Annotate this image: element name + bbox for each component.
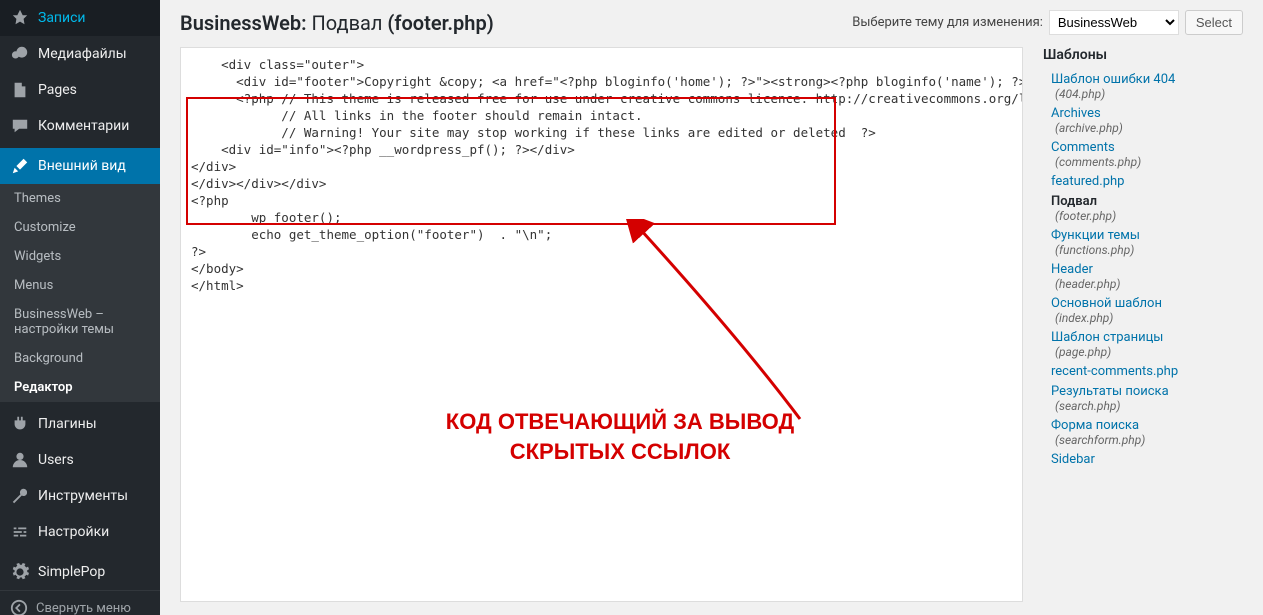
template-item[interactable]: Результаты поиска(search.php) <box>1043 381 1243 415</box>
wrench-icon <box>10 486 30 506</box>
media-icon <box>10 44 30 64</box>
editor-wrap: <div class="outer"> <div id="footer">Cop… <box>180 47 1023 606</box>
sidebar-item-plugins[interactable]: Плагины <box>0 406 160 442</box>
sidebar-item-label: Инструменты <box>38 488 128 504</box>
pin-icon <box>10 8 30 28</box>
sidebar-item-appearance[interactable]: Внешний вид <box>0 148 160 184</box>
sidebar-item-posts[interactable]: Записи <box>0 0 160 36</box>
sidebar-item-label: Настройки <box>38 524 109 540</box>
theme-selector: Выберите тему для изменения: BusinessWeb… <box>852 10 1243 35</box>
template-item[interactable]: Шаблон страницы(page.php) <box>1043 327 1243 361</box>
submenu-customize[interactable]: Customize <box>0 213 160 242</box>
sidebar-item-label: Медиафайлы <box>38 46 127 62</box>
template-item[interactable]: Функции темы(functions.php) <box>1043 225 1243 259</box>
content-area: BusinessWeb: Подвал (footer.php) Выберит… <box>160 0 1263 615</box>
submenu-widgets[interactable]: Widgets <box>0 242 160 271</box>
submenu-background[interactable]: Background <box>0 344 160 373</box>
admin-sidebar: Записи Медиафайлы Pages Комментарии Внеш… <box>0 0 160 615</box>
collapse-menu[interactable]: Свернуть меню <box>0 590 160 615</box>
submenu-menus[interactable]: Menus <box>0 271 160 300</box>
plug-icon <box>10 414 30 434</box>
submenu-themes[interactable]: Themes <box>0 184 160 213</box>
code-editor[interactable]: <div class="outer"> <div id="footer">Cop… <box>180 47 1023 602</box>
page-icon <box>10 80 30 100</box>
submenu-editor[interactable]: Редактор <box>0 373 160 402</box>
template-item[interactable]: Archives(archive.php) <box>1043 103 1243 137</box>
sidebar-item-label: Записи <box>38 10 86 26</box>
template-item[interactable]: Comments(comments.php) <box>1043 137 1243 171</box>
collapse-icon <box>10 599 28 615</box>
template-item[interactable]: Шаблон ошибки 404(404.php) <box>1043 69 1243 103</box>
templates-heading: Шаблоны <box>1043 47 1243 63</box>
appearance-submenu: Themes Customize Widgets Menus BusinessW… <box>0 184 160 402</box>
user-icon <box>10 450 30 470</box>
sidebar-item-label: Плагины <box>38 416 97 432</box>
comment-icon <box>10 116 30 136</box>
template-item-active[interactable]: Подвал(footer.php) <box>1043 191 1243 225</box>
wp-admin-app: Записи Медиафайлы Pages Комментарии Внеш… <box>0 0 1263 615</box>
template-item[interactable]: recent-comments.php <box>1043 361 1243 381</box>
sidebar-item-settings[interactable]: Настройки <box>0 514 160 550</box>
sidebar-item-users[interactable]: Users <box>0 442 160 478</box>
theme-select-label: Выберите тему для изменения: <box>852 15 1043 30</box>
page-header: BusinessWeb: Подвал (footer.php) Выберит… <box>180 10 1243 35</box>
collapse-label: Свернуть меню <box>36 601 131 615</box>
template-item[interactable]: featured.php <box>1043 171 1243 191</box>
template-item[interactable]: Форма поиска(searchform.php) <box>1043 415 1243 449</box>
templates-panel: Шаблоны Шаблон ошибки 404(404.php) Archi… <box>1043 47 1243 606</box>
sidebar-item-media[interactable]: Медиафайлы <box>0 36 160 72</box>
sliders-icon <box>10 522 30 542</box>
sidebar-item-pages[interactable]: Pages <box>0 72 160 108</box>
sidebar-item-label: Комментарии <box>38 118 129 134</box>
submenu-theme-settings[interactable]: BusinessWeb – настройки темы <box>0 300 160 344</box>
brush-icon <box>10 156 30 176</box>
template-item[interactable]: Sidebar <box>1043 449 1243 469</box>
title-theme: BusinessWeb: <box>180 11 307 35</box>
template-item[interactable]: Header(header.php) <box>1043 259 1243 293</box>
sidebar-item-label: SimplePop <box>38 564 105 580</box>
sidebar-item-tools[interactable]: Инструменты <box>0 478 160 514</box>
template-item[interactable]: Основной шаблон(index.php) <box>1043 293 1243 327</box>
title-file: Подвал <box>312 11 383 35</box>
sidebar-item-label: Внешний вид <box>38 158 126 174</box>
title-filename: (footer.php) <box>387 11 493 35</box>
theme-dropdown[interactable]: BusinessWeb <box>1049 10 1179 35</box>
sidebar-item-comments[interactable]: Комментарии <box>0 108 160 144</box>
select-button[interactable]: Select <box>1185 10 1243 35</box>
page-title: BusinessWeb: Подвал (footer.php) <box>180 11 494 35</box>
gear-icon <box>10 562 30 582</box>
sidebar-item-label: Pages <box>38 82 77 98</box>
sidebar-item-label: Users <box>38 452 74 468</box>
workspace: <div class="outer"> <div id="footer">Cop… <box>180 47 1243 606</box>
sidebar-item-simplepop[interactable]: SimplePop <box>0 554 160 590</box>
